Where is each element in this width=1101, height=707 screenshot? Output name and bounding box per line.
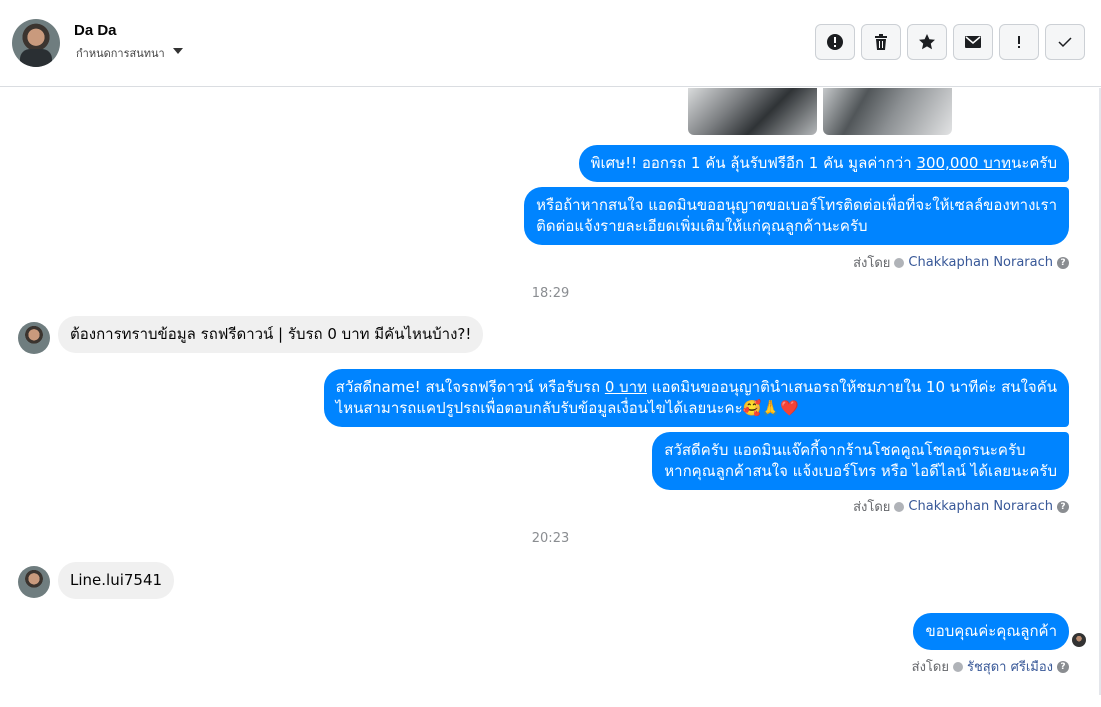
star-icon: [919, 34, 935, 50]
help-icon[interactable]: ?: [1057, 500, 1069, 513]
trash-icon: [875, 34, 887, 50]
message-line: ติดต่อแจ้งรายละเอียดเพิ่มเติมให้แก่คุณลู…: [536, 217, 868, 235]
follow-up-button[interactable]: [999, 24, 1039, 60]
message-line: หากคุณลูกค้าสนใจ แจ้งเบอร์โทร หรือ ไอดีไ…: [664, 462, 1057, 480]
sender-name-link[interactable]: รัชสุดา ศรีเมือง: [967, 656, 1053, 677]
exclamation-icon: [1018, 36, 1020, 48]
message-line: สวัสดีครับ แอดมินแจ๊คกี้จากร้านโชคคูณโชค…: [664, 441, 1026, 459]
contact-avatar[interactable]: [12, 19, 60, 67]
emoji: 🥰🙏❤️: [742, 399, 799, 417]
seen-avatar: [1072, 633, 1086, 647]
message-text: นะครับ: [1011, 154, 1057, 172]
alert-circle-icon: [827, 34, 843, 50]
message-link[interactable]: 0 บาท: [605, 378, 647, 396]
outgoing-message[interactable]: ขอบคุณค่ะคุณลูกค้า: [913, 613, 1069, 650]
page-badge-icon: [894, 501, 905, 512]
conversation-header: Da Da กำหนดการสนทนา: [0, 0, 1101, 87]
message-link[interactable]: 300,000 บาท: [916, 154, 1011, 172]
check-icon: [1058, 37, 1072, 48]
outgoing-message[interactable]: สวัสดีname! สนใจรถฟรีดาวน์ หรือรับรถ 0 บ…: [323, 369, 1069, 427]
page-badge-icon: [894, 257, 905, 268]
car-interior-image[interactable]: [688, 88, 817, 135]
caret-down-icon[interactable]: [173, 48, 183, 54]
attachment-images: [688, 88, 952, 135]
timestamp: 18:29: [531, 286, 570, 301]
help-icon[interactable]: ?: [1057, 256, 1069, 269]
sent-by-prefix: ส่งโดย: [853, 256, 891, 271]
message-line: สวัสดีname! สนใจรถฟรีดาวน์ หรือรับรถ 0 บ…: [336, 377, 1057, 398]
star-button[interactable]: [907, 24, 947, 60]
outgoing-message[interactable]: สวัสดีครับ แอดมินแจ๊คกี้จากร้านโชคคูณโชค…: [652, 432, 1069, 490]
sent-by-label: ส่งโดย Chakkaphan Norarach ?: [853, 496, 1069, 517]
car-seat-image[interactable]: [823, 88, 952, 135]
outgoing-message[interactable]: หรือถ้าหากสนใจ แอดมินขออนุญาตขอเบอร์โทรต…: [524, 187, 1069, 245]
mark-unread-button[interactable]: [953, 24, 993, 60]
conversation-toolbar: [815, 24, 1085, 60]
mark-done-button[interactable]: [1045, 24, 1085, 60]
sent-by-prefix: ส่งโดย: [853, 500, 891, 515]
message-line: หรือถ้าหากสนใจ แอดมินขออนุญาตขอเบอร์โทรต…: [536, 196, 1057, 214]
message-text: พิเศษ!! ออกรถ 1 คัน ลุ้นรับฟรีอีก 1 คัน …: [590, 154, 917, 172]
sent-by-label: ส่งโดย Chakkaphan Norarach ?: [853, 252, 1069, 273]
assign-conversation-dropdown[interactable]: กำหนดการสนทนา: [76, 44, 165, 62]
outgoing-message[interactable]: พิเศษ!! ออกรถ 1 คัน ลุ้นรับฟรีอีก 1 คัน …: [578, 145, 1069, 182]
sent-by-prefix: ส่งโดย: [911, 660, 949, 675]
message-line: ไหนสามารถแคปรูปรถเพื่อตอบกลับรับข้อมูลเง…: [336, 398, 1057, 419]
message-text: ไหนสามารถแคปรูปรถเพื่อตอบกลับรับข้อมูลเง…: [335, 399, 743, 417]
sender-name-link[interactable]: Chakkaphan Norarach: [908, 255, 1053, 270]
message-text: แอดมินขออนุญาตินำเสนอรถให้ชมภายใน 10 นาท…: [647, 378, 1057, 396]
sent-by-label: ส่งโดย รัชสุดา ศรีเมือง ?: [912, 656, 1069, 677]
help-icon[interactable]: ?: [1057, 660, 1069, 673]
timestamp: 20:23: [531, 531, 570, 546]
page-badge-icon: [952, 661, 963, 672]
incoming-message[interactable]: Line.lui7541: [58, 562, 175, 599]
sender-name-link[interactable]: Chakkaphan Norarach: [908, 499, 1053, 514]
contact-avatar[interactable]: [18, 566, 50, 598]
envelope-icon: [965, 36, 981, 48]
contact-avatar[interactable]: [18, 322, 50, 354]
message-text: สวัสดีname! สนใจรถฟรีดาวน์ หรือรับรถ: [335, 378, 605, 396]
contact-name[interactable]: Da Da: [74, 22, 117, 39]
delete-button[interactable]: [861, 24, 901, 60]
spam-button[interactable]: [815, 24, 855, 60]
incoming-message[interactable]: ต้องการทราบข้อมูล รถฟรีดาวน์ | รับรถ 0 บ…: [58, 316, 484, 353]
